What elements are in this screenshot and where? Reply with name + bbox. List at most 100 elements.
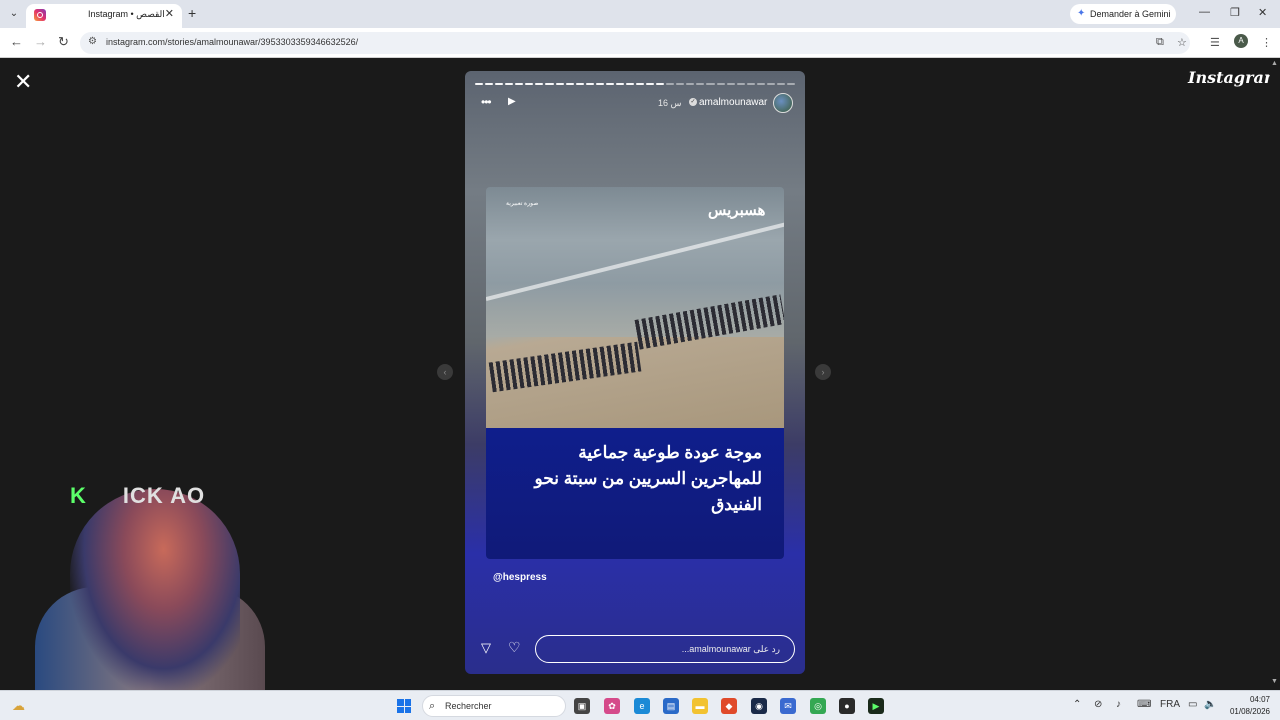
obs-icon[interactable]: ● (839, 698, 855, 714)
page-scrollbar[interactable]: ▲ ▼ (1270, 58, 1280, 690)
tab-search-chevron-icon[interactable]: ⌄ (6, 6, 22, 22)
progress-segment (706, 83, 715, 85)
progress-segment (615, 83, 624, 85)
progress-segment (505, 83, 514, 85)
tray-mic-icon[interactable]: ♪ (1116, 699, 1121, 710)
tray-volume-icon[interactable]: 🔈 (1204, 699, 1216, 710)
story-headline: موجة عودة طوعية جماعية للمهاجرين السريين… (534, 443, 762, 514)
kick-app-icon[interactable]: ▶ (868, 698, 884, 714)
progress-segment (786, 83, 795, 85)
progress-segment (636, 83, 645, 85)
surf-line (486, 217, 784, 301)
close-icon[interactable]: ✕ (14, 71, 32, 93)
address-bar: ← → ↻ ⚙ instagram.com/stories/amalmounaw… (0, 28, 1280, 58)
brave-icon[interactable]: ◆ (721, 698, 737, 714)
progress-segment (656, 83, 665, 85)
mention-sticker[interactable]: @hespress (493, 572, 547, 583)
taskbar-search[interactable]: ⌕ Rechercher (422, 695, 566, 717)
progress-segment (485, 83, 494, 85)
tray-chevron-icon[interactable]: ⌃ (1073, 699, 1081, 710)
tray-keyboard-icon[interactable]: ⌨ (1137, 699, 1151, 710)
windows-start-icon[interactable] (397, 699, 411, 713)
file-explorer-icon[interactable]: ▬ (692, 698, 708, 714)
gemini-button[interactable]: ✦ Demander à Gemini (1070, 4, 1176, 24)
install-app-icon[interactable]: ⧉ (1156, 36, 1164, 49)
reply-placeholder: رد على amalmounawar... (681, 644, 780, 654)
send-icon[interactable]: ▽ (481, 640, 491, 656)
progress-segment (746, 83, 755, 85)
taskbar-clock[interactable]: 04:07 01/08/2026 (1222, 694, 1270, 718)
scroll-up-icon[interactable]: ▲ (1271, 60, 1278, 67)
play-icon[interactable]: ▶ (508, 96, 516, 107)
store-icon[interactable]: ▤ (663, 698, 679, 714)
taskbar: ☁ ⌕ Rechercher ▣ ✿ e ▤ ▬ ◆ ◉ ✉ ◎ ● ▶ ⌃ ⊘… (0, 690, 1280, 720)
more-icon[interactable]: ••• (481, 95, 492, 109)
forward-icon[interactable]: → (34, 34, 47, 49)
progress-segment (575, 83, 584, 85)
messenger-icon[interactable]: ✉ (780, 698, 796, 714)
progress-segment (585, 83, 594, 85)
progress-segment (766, 83, 775, 85)
reply-input[interactable]: رد على amalmounawar... (535, 635, 795, 663)
progress-segment (646, 83, 655, 85)
tray-display-icon[interactable]: ▭ (1188, 699, 1197, 710)
browser-tab[interactable]: Instagram • القصص ✕ (26, 4, 182, 28)
site-info-icon[interactable]: ⚙ (88, 36, 97, 47)
story-username[interactable]: amalmounawar (699, 97, 767, 108)
url-text[interactable]: instagram.com/stories/amalmounawar/39533… (106, 37, 358, 47)
progress-segment (756, 83, 765, 85)
hespress-logo: هسبريس (708, 202, 766, 219)
steam-icon[interactable]: ◉ (751, 698, 767, 714)
new-tab-button[interactable]: + (188, 5, 196, 21)
tray-language[interactable]: FRA (1160, 699, 1180, 710)
progress-segment (696, 83, 705, 85)
kebab-menu-icon[interactable]: ⋮ (1261, 36, 1272, 49)
reload-icon[interactable]: ↻ (58, 34, 69, 50)
gemini-label: Demander à Gemini (1090, 9, 1171, 19)
webcam-overlay: K ICK AO (30, 477, 280, 690)
clock-date: 01/08/2026 (1229, 707, 1270, 716)
progress-segment (625, 83, 634, 85)
heart-icon[interactable]: ♡ (508, 639, 521, 656)
tab-title: Instagram • القصص (88, 9, 165, 19)
progress-segment (515, 83, 524, 85)
restore-icon[interactable]: ❐ (1230, 6, 1240, 19)
progress-segment (736, 83, 745, 85)
progress-segment (716, 83, 725, 85)
profile-avatar[interactable]: A (1234, 34, 1248, 48)
story-header: ••• ▶ 16 س ✓ amalmounawar (465, 93, 805, 115)
progress-segment (605, 83, 614, 85)
window-close-icon[interactable]: ✕ (1258, 6, 1267, 19)
story-card[interactable]: ••• ▶ 16 س ✓ amalmounawar صورة تعبيرية ه… (465, 71, 805, 674)
weather-icon[interactable]: ☁ (12, 698, 25, 714)
reading-list-icon[interactable]: ☰ (1210, 36, 1220, 49)
omnibox[interactable]: ⚙ instagram.com/stories/amalmounawar/395… (80, 32, 1190, 54)
progress-segment (565, 83, 574, 85)
next-story-icon[interactable]: › (815, 364, 831, 380)
instagram-logo[interactable]: Instagram (1188, 68, 1280, 87)
previous-story-icon[interactable]: ‹ (437, 364, 453, 380)
chrome-icon[interactable]: ◎ (810, 698, 826, 714)
back-icon[interactable]: ← (10, 34, 23, 49)
edge-icon[interactable]: e (634, 698, 650, 714)
story-avatar[interactable] (773, 93, 793, 113)
copilot-icon[interactable]: ✿ (604, 698, 620, 714)
story-time: 16 س (658, 98, 682, 108)
tray-network-icon[interactable]: ⊘ (1094, 699, 1102, 710)
gemini-icon: ✦ (1077, 8, 1086, 19)
progress-segment (666, 83, 675, 85)
search-icon: ⌕ (429, 700, 436, 712)
progress-segment (686, 83, 695, 85)
story-viewer: ✕ Instagram ‹ › ••• ▶ 16 س ✓ amalmounawa… (0, 58, 1280, 690)
tab-strip: ⌄ Instagram • القصص ✕ + ✦ Demander à Gem… (0, 0, 1280, 28)
minimize-icon[interactable]: — (1199, 6, 1210, 18)
progress-segment (545, 83, 554, 85)
clock-time: 04:07 (1249, 695, 1270, 704)
progress-segment (776, 83, 785, 85)
tab-close-button[interactable]: ✕ (165, 7, 174, 20)
task-view-icon[interactable]: ▣ (574, 698, 590, 714)
bookmark-star-icon[interactable]: ☆ (1177, 36, 1187, 49)
search-placeholder: Rechercher (445, 701, 492, 711)
scroll-down-icon[interactable]: ▼ (1271, 678, 1278, 685)
progress-segment (495, 83, 504, 85)
